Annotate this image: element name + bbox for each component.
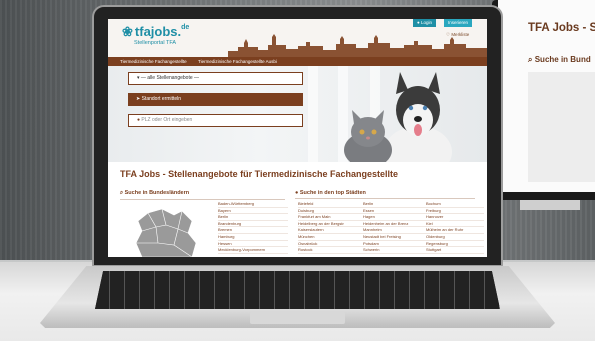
staedte-list-col2: Berlin Essen Hagen Heidenheim an der Bre… xyxy=(363,201,433,254)
city-link[interactable]: Hagen xyxy=(363,214,433,221)
laptop-keyboard xyxy=(95,271,500,309)
bundeslaender-list: Baden-Württemberg Bayern Berlin Brandenb… xyxy=(218,201,288,254)
city-link[interactable]: Kaiserslautern xyxy=(298,227,368,234)
city-link[interactable]: Duisburg xyxy=(298,208,368,215)
bundeslaender-heading-label: Suche in Bundesländern xyxy=(124,190,190,196)
city-link[interactable]: Heidenheim an der Brenz xyxy=(363,221,433,228)
city-link[interactable]: München xyxy=(298,234,368,241)
bundesland-link[interactable]: Baden-Württemberg xyxy=(218,201,288,208)
lock-icon: ● xyxy=(417,20,420,25)
logo-suffix: de xyxy=(181,24,190,31)
city-link[interactable]: Mülheim an der Ruhr xyxy=(426,227,484,234)
location-arrow-icon: ➤ xyxy=(136,96,141,102)
login-button[interactable]: ● Login xyxy=(413,19,436,27)
monitor-title: TFA Jobs - S xyxy=(528,22,595,34)
search-icon: ⌕ xyxy=(120,190,124,196)
post-job-button[interactable]: Inserieren xyxy=(444,19,473,27)
nav-item-tfa[interactable]: Tiermedizinische Fachangestellte xyxy=(120,59,187,64)
cat-dog-photo xyxy=(344,72,452,162)
laptop-trackpad xyxy=(250,312,345,324)
paw-icon: ❀ xyxy=(122,24,133,39)
monitor-map xyxy=(528,72,595,182)
staedte-heading: ● Suche in den top Städten xyxy=(295,190,475,199)
staedte-list-col3: Bochum Freiburg Hannover Kiel Mülheim an… xyxy=(426,201,484,254)
bundesland-link[interactable]: Hessen xyxy=(218,241,288,248)
city-link[interactable]: Bochum xyxy=(426,201,484,208)
job-category-dropdown[interactable]: ▾ — alle Stellenangebote — xyxy=(128,72,303,85)
nav-item-tfa-ausbildung[interactable]: Tiermedizinische Fachangestellte Ausbi xyxy=(198,59,277,64)
city-link[interactable]: Regensburg xyxy=(426,241,484,248)
site-tagline: Stellenportal TFA xyxy=(134,40,177,46)
bundesland-link[interactable]: Bremen xyxy=(218,227,288,234)
pin-icon: ⌕ xyxy=(528,55,533,64)
laptop-screen: ❀ tfajobs.de Stellenportal TFA ● Login In… xyxy=(108,19,487,257)
city-link[interactable]: Osnabrück xyxy=(298,241,368,248)
locate-button[interactable]: ➤ Standort ermitteln xyxy=(128,93,303,106)
site-header: ❀ tfajobs.de Stellenportal TFA ● Login In… xyxy=(108,19,487,57)
merkliste-link[interactable]: ♡ Merkliste xyxy=(446,32,469,38)
city-link[interactable]: Essen xyxy=(363,208,433,215)
city-link[interactable]: Freiburg xyxy=(426,208,484,215)
monitor-search-label: Suche in Bund xyxy=(534,55,591,64)
merkliste-label: Merkliste xyxy=(451,32,470,37)
city-link[interactable]: Bielefeld xyxy=(298,201,368,208)
bundesland-link[interactable]: Mecklenburg-Vorpommern xyxy=(218,247,288,254)
bundeslaender-heading: ⌕ Suche in Bundesländern xyxy=(120,190,285,200)
city-link[interactable]: Kiel xyxy=(426,221,484,228)
plz-input[interactable]: ● PLZ oder Ort eingeben xyxy=(128,114,303,127)
map-pin-icon: ● xyxy=(295,190,299,196)
staedte-list-col1: Bielefeld Duisburg Frankfurt am Main Hei… xyxy=(298,201,368,254)
hero-window xyxy=(308,66,318,162)
city-link[interactable]: Frankfurt am Main xyxy=(298,214,368,221)
city-link[interactable]: Hannover xyxy=(426,214,484,221)
bundesland-link[interactable]: Bayern xyxy=(218,208,288,215)
main-nav: Tiermedizinische Fachangestellte Tiermed… xyxy=(108,57,487,66)
monitor-screen: TFA Jobs - S ⌕ Suche in Bund xyxy=(498,0,595,192)
heart-icon: ♡ xyxy=(446,32,451,37)
city-link[interactable]: Stuttgart xyxy=(426,247,484,254)
city-link[interactable]: Berlin xyxy=(363,201,433,208)
bundesland-link[interactable]: Hamburg xyxy=(218,234,288,241)
chevron-down-icon: ▾ xyxy=(137,75,140,81)
hero-banner: ▾ — alle Stellenangebote — ➤ Standort er… xyxy=(108,66,487,162)
dropdown-label: — alle Stellenangebote — xyxy=(140,75,199,81)
staedte-heading-label: Suche in den top Städten xyxy=(299,190,366,196)
background-monitor: TFA Jobs - S ⌕ Suche in Bund xyxy=(492,0,595,200)
logo-text: tfajobs. xyxy=(134,24,182,39)
login-label: Login xyxy=(420,20,432,25)
city-link[interactable]: Schwerin xyxy=(363,247,433,254)
locate-label: Standort ermitteln xyxy=(141,96,182,102)
bundesland-link[interactable]: Brandenburg xyxy=(218,221,288,228)
site-logo[interactable]: ❀ tfajobs.de xyxy=(122,24,189,40)
plz-placeholder: PLZ oder Ort eingeben xyxy=(141,117,193,123)
city-link[interactable]: Mannheim xyxy=(363,227,433,234)
city-link[interactable]: Heidelberg an der Bergstr xyxy=(298,221,368,228)
city-link[interactable]: Oldenburg xyxy=(426,234,484,241)
page-title: TFA Jobs - Stellenangebote für Tiermediz… xyxy=(120,169,399,179)
germany-map xyxy=(135,208,197,257)
city-link[interactable]: Potsdam xyxy=(363,241,433,248)
monitor-stand xyxy=(520,200,580,210)
bundesland-link[interactable]: Berlin xyxy=(218,214,288,221)
city-link[interactable]: Rostock xyxy=(298,247,368,254)
city-link[interactable]: Neustadt bei Freising xyxy=(363,234,433,241)
monitor-search-heading: ⌕ Suche in Bund xyxy=(528,55,591,65)
map-pin-icon: ● xyxy=(137,117,141,123)
